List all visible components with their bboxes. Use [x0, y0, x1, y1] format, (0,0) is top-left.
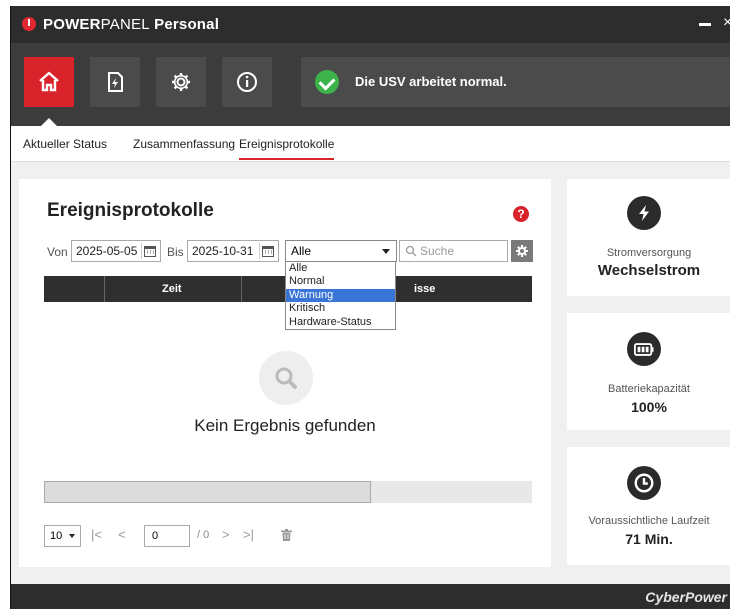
empty-result-text: Kein Ergebnis gefunden [194, 416, 376, 435]
home-button[interactable] [24, 57, 74, 107]
event-filter-dropdown: Alle Normal Warnung Kritisch Hardware-St… [285, 261, 396, 330]
trash-icon[interactable] [281, 529, 292, 541]
energy-report-icon [108, 72, 123, 92]
from-date-field[interactable]: 2025-05-05 [71, 240, 161, 262]
battery-capacity-value: 100% [631, 399, 667, 415]
scrollbar-thumb[interactable] [44, 481, 371, 503]
runtime-value: 71 Min. [625, 531, 673, 547]
page-number-input[interactable]: 0 [144, 525, 190, 547]
close-button[interactable]: × [723, 14, 730, 32]
status-box: Die USV arbeitet normal. [301, 57, 730, 107]
last-page-button[interactable]: >| [243, 527, 254, 542]
battery-capacity-card: Batteriekapazität 100% [567, 313, 730, 430]
runtime-label: Voraussichtliche Laufzeit [588, 515, 710, 527]
tab-zusammenfassung[interactable]: Zusammenfassung [133, 137, 235, 151]
title-bar: POWERPANEL Personal × [11, 6, 730, 43]
power-supply-card: Stromversorgung Wechselstrom [567, 179, 730, 296]
filter-option-alle[interactable]: Alle [286, 262, 395, 275]
from-label: Von [47, 245, 68, 259]
column-divider [241, 276, 242, 302]
minimize-button[interactable] [699, 23, 711, 26]
lightning-icon [627, 196, 661, 230]
app-window: POWERPANEL Personal × Die USV arbeitet n… [10, 6, 730, 609]
help-icon[interactable]: ? [513, 206, 529, 222]
toolbar: Die USV arbeitet normal. [11, 43, 730, 126]
prev-page-button[interactable]: < [118, 527, 126, 542]
battery-capacity-label: Batteriekapazität [608, 383, 690, 395]
search-icon [405, 245, 417, 257]
active-indicator [41, 118, 57, 126]
chevron-down-icon [382, 249, 390, 254]
filter-option-normal[interactable]: Normal [286, 275, 395, 288]
column-events[interactable]: isse [414, 283, 435, 295]
app-title: POWERPANEL Personal [43, 16, 220, 33]
column-time[interactable]: Zeit [162, 283, 182, 295]
first-page-button[interactable]: |< [91, 527, 102, 542]
calendar-icon[interactable] [259, 243, 276, 259]
clock-icon [627, 466, 661, 500]
next-page-button[interactable]: > [222, 527, 230, 542]
info-button[interactable] [222, 57, 272, 107]
info-icon [237, 72, 257, 92]
page-total: / 0 [197, 529, 210, 541]
cyberpower-logo: CyberPower [645, 589, 727, 605]
to-label: Bis [167, 245, 184, 259]
gear-icon [516, 245, 528, 257]
tab-bar: Aktueller Status Zusammenfassung Ereigni… [11, 126, 730, 162]
power-logo-icon [22, 17, 36, 31]
filter-option-hardware-status[interactable]: Hardware-Status [286, 316, 395, 329]
battery-icon [627, 332, 661, 366]
footer-bar: CyberPower [11, 584, 730, 609]
home-icon [39, 71, 59, 92]
check-icon [315, 70, 339, 94]
event-filter-select[interactable]: Alle [285, 240, 397, 262]
to-date-field[interactable]: 2025-10-31 [187, 240, 279, 262]
table-settings-button[interactable] [511, 240, 533, 262]
chevron-down-icon [69, 534, 75, 538]
power-supply-value: Wechselstrom [597, 262, 701, 279]
status-text: Die USV arbeitet normal. [355, 74, 507, 89]
tab-aktueller-status[interactable]: Aktueller Status [23, 137, 107, 151]
page-title: Ereignisprotokolle [47, 200, 214, 221]
settings-button[interactable] [156, 57, 206, 107]
horizontal-scrollbar[interactable] [44, 481, 532, 503]
power-supply-label: Stromversorgung [606, 247, 692, 259]
tab-ereignisprotokolle[interactable]: Ereignisprotokolle [239, 137, 335, 160]
search-input[interactable]: Suche [399, 240, 508, 262]
page-size-select[interactable]: 10 [44, 525, 81, 547]
filter-option-warnung[interactable]: Warnung [286, 288, 395, 303]
gear-icon [172, 73, 190, 91]
empty-search-icon [259, 351, 313, 405]
column-divider [104, 276, 105, 302]
runtime-card: Voraussichtliche Laufzeit 71 Min. [567, 447, 730, 565]
event-log-panel: Ereignisprotokolle ? Von 2025-05-05 Bis … [19, 179, 551, 567]
calendar-icon[interactable] [141, 243, 158, 259]
filter-option-kritisch[interactable]: Kritisch [286, 302, 395, 315]
energy-report-button[interactable] [90, 57, 140, 107]
